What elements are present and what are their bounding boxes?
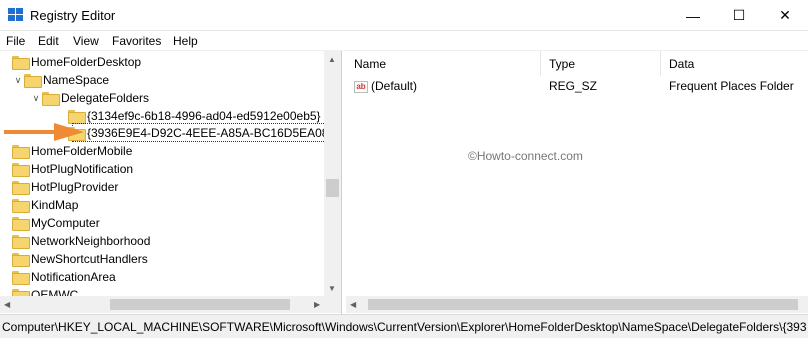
scroll-thumb[interactable] xyxy=(326,179,339,197)
column-header-type[interactable]: Type xyxy=(541,51,661,76)
tree-item-mycomputer[interactable]: MyComputer xyxy=(12,214,100,232)
tree-item-delegatefolders[interactable]: ∨ DelegateFolders xyxy=(30,89,149,107)
folder-icon xyxy=(12,199,30,213)
tree-item-homefolderdesktop[interactable]: HomeFolderDesktop xyxy=(12,53,141,71)
menu-favorites[interactable]: Favorites xyxy=(112,34,161,48)
scroll-right-icon[interactable]: ▶ xyxy=(314,300,320,309)
value-row-default-type: REG_SZ xyxy=(549,79,598,93)
registry-editor-icon xyxy=(8,8,24,22)
scroll-thumb[interactable] xyxy=(110,299,290,310)
tree-item-hotplugprovider[interactable]: HotPlugProvider xyxy=(12,178,118,196)
folder-icon xyxy=(68,110,86,124)
chevron-down-icon[interactable]: ∨ xyxy=(30,93,42,104)
maximize-button[interactable]: ☐ xyxy=(716,0,762,31)
orange-arrow-icon xyxy=(4,123,84,141)
values-horizontal-scrollbar[interactable]: ◀ xyxy=(346,296,808,313)
menu-view[interactable]: View xyxy=(73,34,99,48)
folder-icon xyxy=(12,163,30,177)
folder-icon xyxy=(12,253,30,267)
tree-item-namespace[interactable]: ∨ NameSpace xyxy=(12,71,109,89)
scroll-up-icon[interactable]: ▲ xyxy=(328,55,336,64)
scroll-left-icon[interactable]: ◀ xyxy=(4,300,10,309)
column-header-data[interactable]: Data xyxy=(661,51,808,76)
folder-icon xyxy=(12,235,30,249)
title-bar: Registry Editor — ☐ ✕ xyxy=(0,0,808,31)
menu-file[interactable]: File xyxy=(6,34,25,48)
menu-help[interactable]: Help xyxy=(173,34,198,48)
string-value-icon: ab xyxy=(354,80,368,93)
tree-item-hotplugnotification[interactable]: HotPlugNotification xyxy=(12,160,133,178)
tree-item-networkneighborhood[interactable]: NetworkNeighborhood xyxy=(12,232,150,250)
tree-item-homefoldermobile[interactable]: HomeFolderMobile xyxy=(12,142,132,160)
tree-item-kindmap[interactable]: KindMap xyxy=(12,196,78,214)
value-row-default-name[interactable]: ab (Default) xyxy=(354,79,417,93)
values-pane[interactable]: Name Type Data ab (Default) REG_SZ Freque… xyxy=(346,51,808,314)
folder-icon xyxy=(12,56,30,70)
scroll-left-icon[interactable]: ◀ xyxy=(350,300,356,309)
scroll-thumb[interactable] xyxy=(368,299,798,310)
tree-item-notificationarea[interactable]: NotificationArea xyxy=(12,268,116,286)
menu-edit[interactable]: Edit xyxy=(38,34,59,48)
menu-bar: File Edit View Favorites Help xyxy=(0,31,808,51)
watermark: ©Howto-connect.com xyxy=(468,149,583,163)
folder-icon xyxy=(24,74,42,88)
minimize-button[interactable]: — xyxy=(670,0,716,31)
folder-icon xyxy=(12,181,30,195)
column-header-name[interactable]: Name xyxy=(346,51,541,76)
tree-item-guid-3936-selected[interactable]: {3936E9E4-D92C-4EEE-A85A-BC16D5EA0819 xyxy=(68,124,341,142)
folder-icon xyxy=(12,271,30,285)
tree-horizontal-scrollbar[interactable]: ◀ ▶ xyxy=(0,296,341,313)
close-button[interactable]: ✕ xyxy=(762,0,808,31)
status-bar-path: Computer\HKEY_LOCAL_MACHINE\SOFTWARE\Mic… xyxy=(0,314,808,338)
folder-icon xyxy=(12,145,30,159)
folder-icon xyxy=(12,217,30,231)
window-title: Registry Editor xyxy=(30,8,116,23)
value-row-default-data: Frequent Places Folder xyxy=(669,79,794,93)
key-tree[interactable]: HomeFolderDesktop ∨ NameSpace ∨ Delegate… xyxy=(0,51,342,314)
folder-icon xyxy=(42,92,60,106)
tree-item-newshortcuthandlers[interactable]: NewShortcutHandlers xyxy=(12,250,148,268)
tree-vertical-scrollbar[interactable]: ▲ ▼ xyxy=(324,51,341,296)
scroll-down-icon[interactable]: ▼ xyxy=(328,284,336,293)
chevron-down-icon[interactable]: ∨ xyxy=(12,75,24,86)
